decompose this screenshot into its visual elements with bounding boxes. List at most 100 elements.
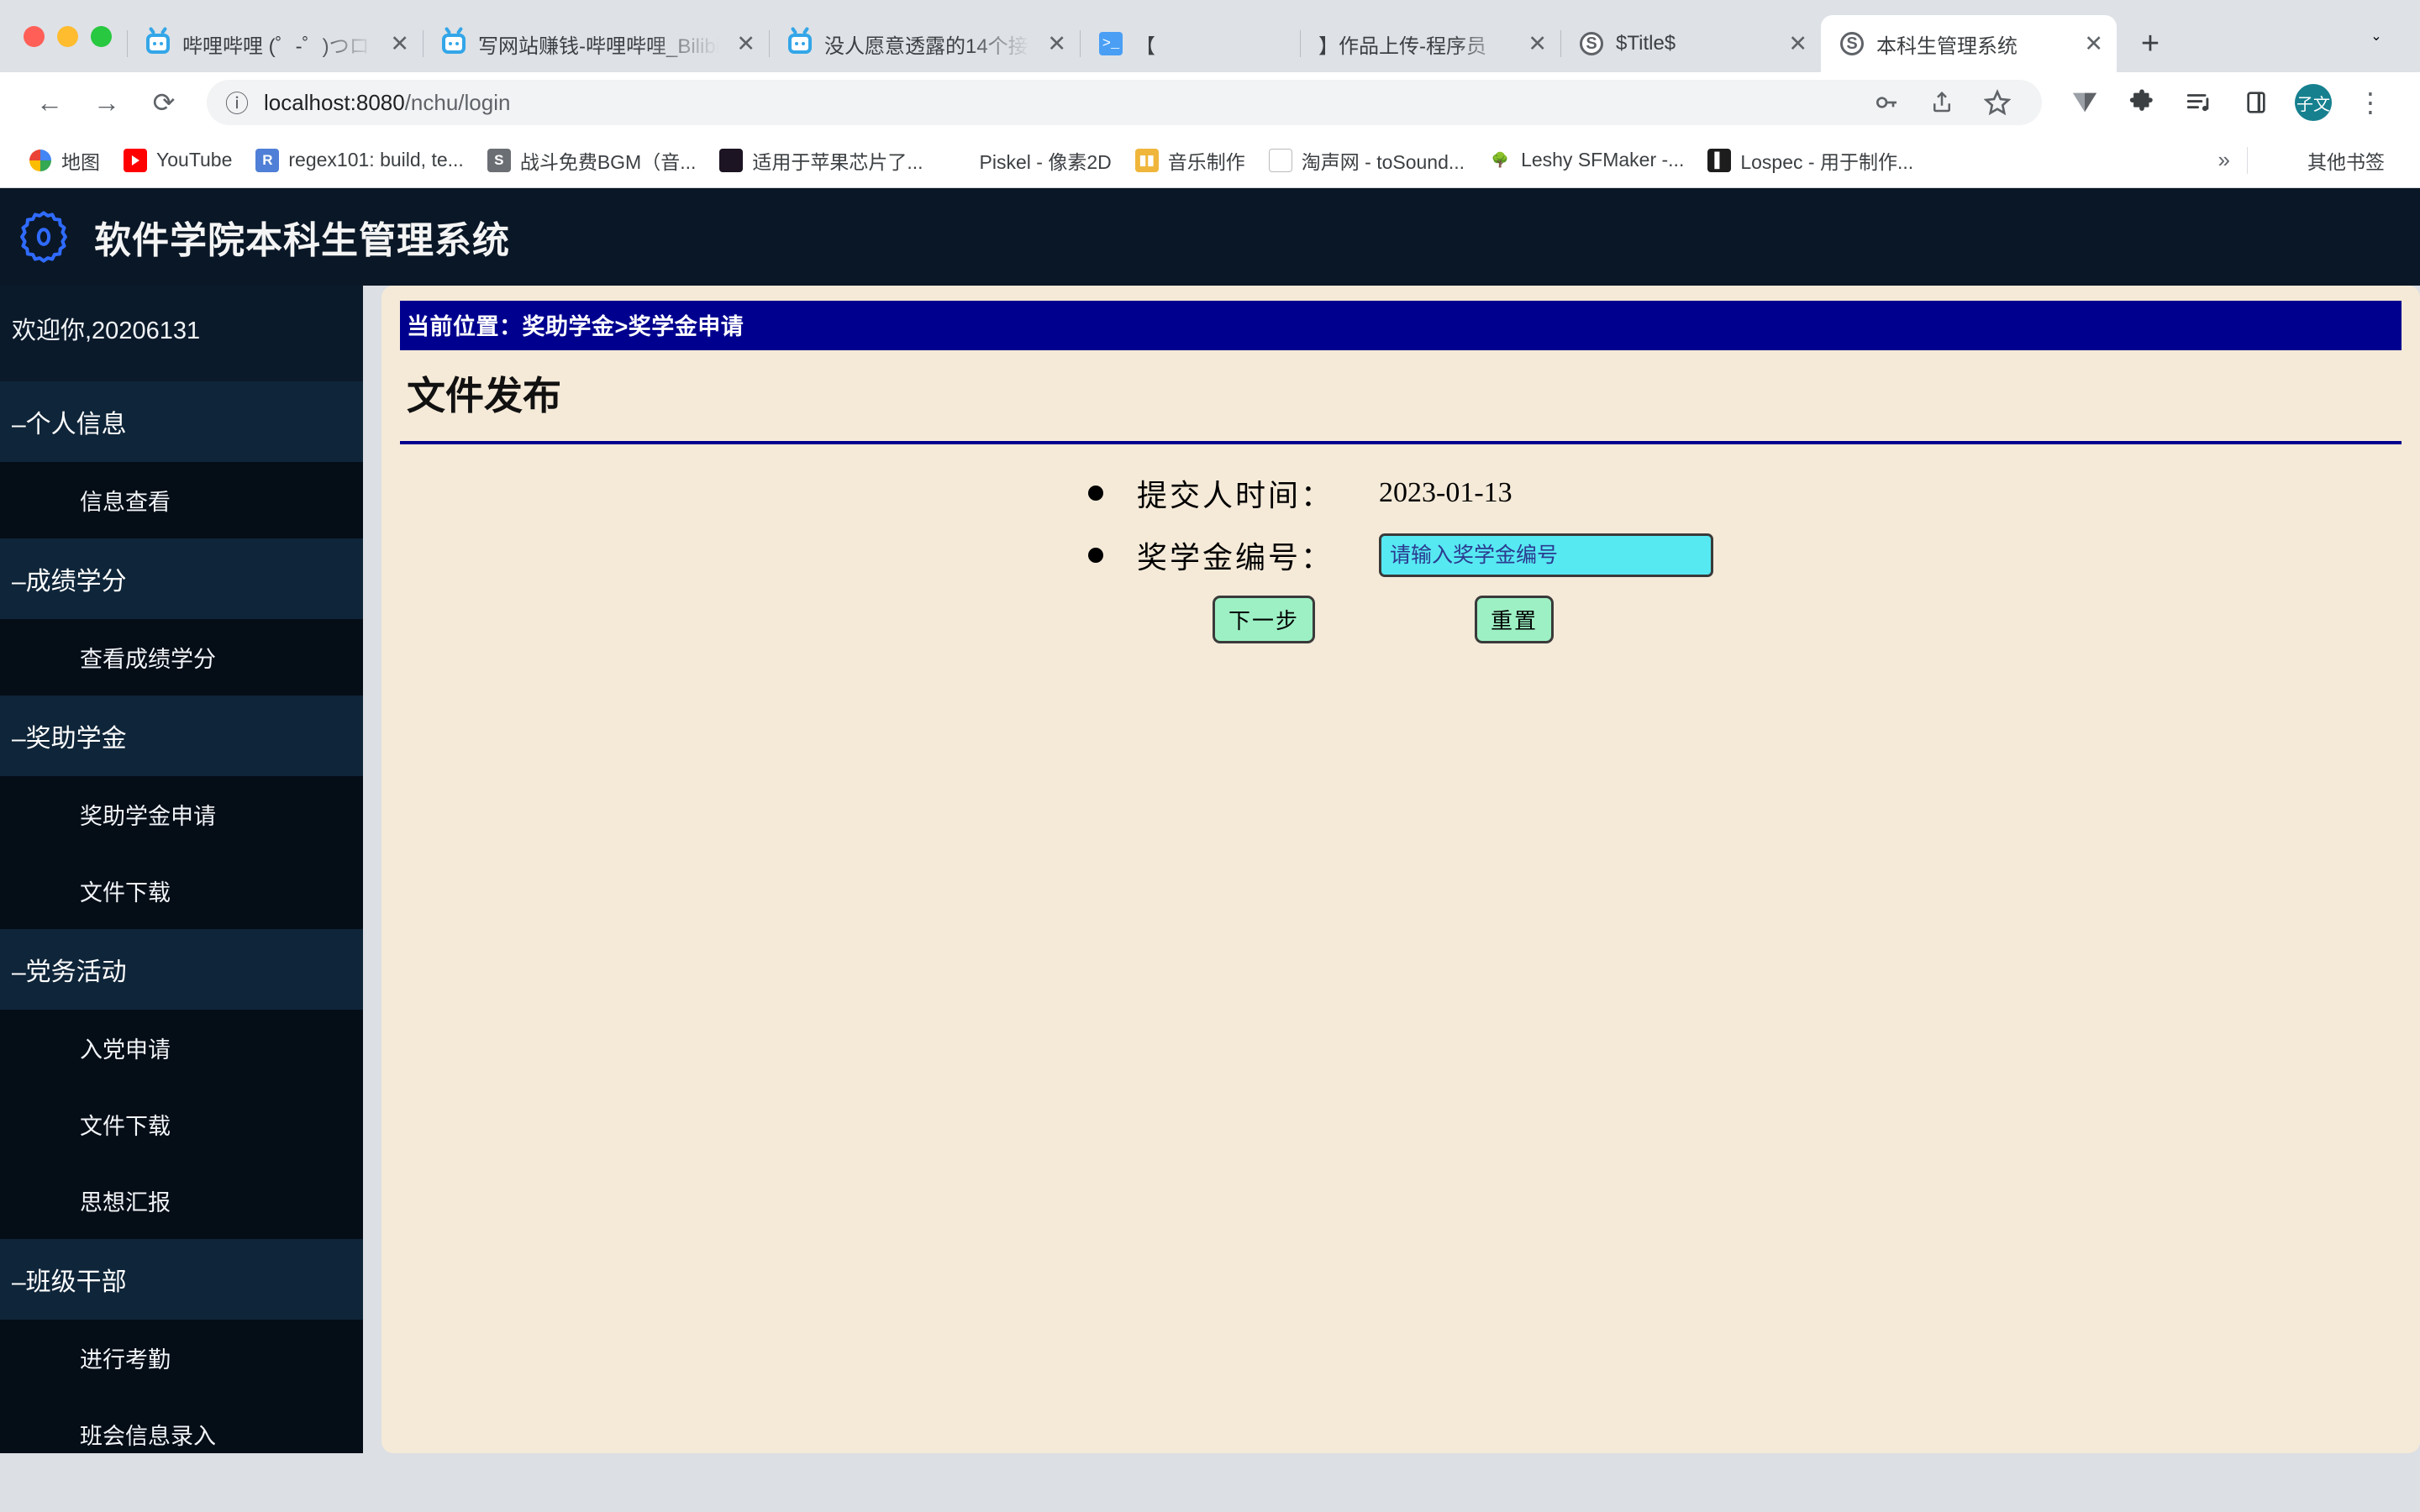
new-tab-button[interactable]: +: [2117, 15, 2184, 72]
sidebar-item-party-application[interactable]: 入党申请: [0, 1010, 363, 1086]
other-bookmarks-button[interactable]: 🗀 其他书签: [2265, 141, 2395, 180]
sidebar-item-thought-report[interactable]: 思想汇报: [0, 1163, 363, 1239]
bookmark-item[interactable]: ⋔ 淘声网 - toSound...: [1259, 141, 1475, 180]
lospec-icon: ▌: [1707, 148, 1732, 172]
browser-tab[interactable]: 哔哩哔哩 (゜-゜)つロ 干杯~-bilibili ✕: [127, 15, 423, 72]
bookmark-label: 淘声网 - toSound...: [1301, 150, 1465, 173]
field-label: 奖学金编号：: [1137, 541, 1334, 575]
sidebar-category-class-cadre[interactable]: –班级干部: [0, 1239, 363, 1320]
page-title: 软件学院本科生管理系统: [94, 220, 510, 261]
tab-list: 哔哩哔哩 (゜-゜)つロ 干杯~-bilibili ✕ 写网站赚钱-哔哩哔哩_B…: [127, 0, 2351, 72]
tab-title: 没人愿意透露的14个接单赚钱: [824, 34, 1030, 58]
browser-tab[interactable]: $Title$ ✕: [1560, 15, 1821, 72]
avatar[interactable]: 子文: [2287, 76, 2339, 129]
bilibili-icon: [441, 31, 466, 56]
maximize-window-button[interactable]: [91, 25, 112, 47]
web-page: 软件学院本科生管理系统 欢迎你,20206131 –个人信息 信息查看 –成绩学…: [0, 188, 2420, 1512]
chevron-down-icon[interactable]: ⌄: [2351, 8, 2402, 65]
sidebar-category-scholarship[interactable]: –奖助学金: [0, 696, 363, 776]
other-bookmarks-label: 其他书签: [2307, 150, 2385, 173]
form-field-list: 提交人时间： 2023-01-13 奖学金编号： 下一步 重置: [1088, 471, 1713, 643]
bookmark-label: Lospec - 用于制作...: [1740, 150, 1914, 173]
next-step-button[interactable]: 下一步: [1213, 596, 1316, 643]
tab-title: $Title$: [1616, 32, 1676, 55]
bookmark-item[interactable]: ▌ Lospec - 用于制作...: [1697, 141, 1923, 180]
bookmark-star-icon[interactable]: [1971, 76, 2023, 129]
tab-title: 【: [1135, 34, 1155, 58]
field-label: 提交人时间：: [1137, 479, 1334, 512]
share-icon[interactable]: [1916, 76, 1968, 129]
site-info-icon[interactable]: ⓘ: [225, 86, 249, 119]
back-icon[interactable]: ←: [24, 76, 76, 129]
sidebar-item-class-meeting-entry[interactable]: 班会信息录入: [0, 1396, 363, 1453]
bookmark-item[interactable]: 🌳 Leshy SFMaker -...: [1478, 144, 1694, 177]
maps-icon: [29, 149, 52, 172]
bookmark-label: 战斗免费BGM（音...: [519, 150, 697, 173]
sidebar-item-view-info[interactable]: 信息查看: [0, 462, 363, 538]
browser-tab[interactable]: 没人愿意透露的14个接单赚钱 ✕: [769, 15, 1080, 72]
bookmark-item[interactable]: Rregex101: build, te...: [245, 144, 473, 177]
youtube-icon: [124, 148, 147, 172]
tab-close-icon[interactable]: ✕: [385, 32, 409, 55]
bookmark-item[interactable]: YouTube: [113, 144, 242, 177]
tab-close-icon[interactable]: ✕: [1042, 32, 1066, 55]
sidebar-item-scholarship-download[interactable]: 文件下载: [0, 853, 363, 929]
omnibox-actions: [1860, 76, 2023, 129]
tab-title: 写网站赚钱-哔哩哔哩_Bilibili: [478, 34, 720, 58]
url-path: /nchu/login: [404, 89, 511, 115]
bookmark-label: 适用于苹果芯片了...: [752, 150, 923, 173]
sidebar-category-grades-credits[interactable]: –成绩学分: [0, 538, 363, 619]
tab-close-icon[interactable]: ✕: [1783, 32, 1807, 55]
browser-menu-icon[interactable]: ⋮: [2344, 76, 2396, 129]
tab-close-icon[interactable]: ✕: [731, 32, 755, 55]
sidebar-category-party-activities[interactable]: –党务活动: [0, 929, 363, 1010]
submit-date-value: 2023-01-13: [1379, 477, 1512, 508]
browser-tab[interactable]: 写网站赚钱-哔哩哔哩_Bilibili ✕: [423, 15, 769, 72]
bookmark-item[interactable]: 地图: [18, 141, 110, 180]
password-key-icon[interactable]: [1860, 76, 1912, 129]
bookmark-item[interactable]: ▮▮ 音乐制作: [1125, 141, 1255, 180]
forward-icon[interactable]: →: [81, 76, 133, 129]
playlist-icon[interactable]: [2173, 76, 2225, 129]
sidebar-item-party-download[interactable]: 文件下载: [0, 1086, 363, 1163]
sidebar-item-scholarship-apply[interactable]: 奖助学金申请: [0, 776, 363, 853]
browser-tab[interactable]: 】作品上传-程序员 ✕: [1300, 15, 1560, 72]
browser-tab[interactable]: >_ 【: [1080, 15, 1300, 72]
sidebar-item-view-grades[interactable]: 查看成绩学分: [0, 619, 363, 696]
scholarship-id-input[interactable]: [1379, 533, 1713, 577]
form-row-scholarship-id: 奖学金编号：: [1088, 533, 1713, 577]
form-row-submit-date: 提交人时间： 2023-01-13: [1088, 471, 1713, 515]
regex101-icon: R: [255, 148, 280, 172]
bookmarks-overflow-icon[interactable]: »: [2218, 147, 2230, 173]
close-window-button[interactable]: [24, 25, 45, 47]
tab-title: 本科生管理系统: [1876, 34, 2018, 58]
reset-button[interactable]: 重置: [1475, 596, 1555, 643]
tree-icon: 🌳: [1491, 151, 1509, 168]
tab-title: 哔哩哔哩 (゜-゜)つロ 干杯~-bilibili: [182, 34, 373, 58]
minimize-window-button[interactable]: [57, 25, 78, 47]
side-panel-icon[interactable]: [2230, 76, 2282, 129]
globe-icon: S: [487, 148, 511, 172]
bullet-icon: [1088, 486, 1103, 501]
tab-close-icon[interactable]: ✕: [2079, 32, 2103, 55]
folder-icon: 🗀: [2279, 150, 2294, 166]
address-bar[interactable]: ⓘ localhost:8080/nchu/login: [207, 80, 2042, 125]
extensions-puzzle-icon[interactable]: [2116, 76, 2168, 129]
sidebar-category-personal-info[interactable]: –个人信息: [0, 381, 363, 462]
sidebar: 欢迎你,20206131 –个人信息 信息查看 –成绩学分 查看成绩学分 –奖助…: [0, 286, 363, 1453]
bookmark-item[interactable]: 适用于苹果芯片了...: [709, 141, 933, 180]
divider: [2247, 146, 2248, 174]
bookmark-item[interactable]: S 战斗免费BGM（音...: [477, 141, 707, 180]
vimium-icon[interactable]: [2059, 76, 2111, 129]
dark-app-icon: [719, 148, 744, 172]
sidebar-item-attendance[interactable]: 进行考勤: [0, 1320, 363, 1396]
bookmark-item[interactable]: Piskel - 像素2D: [937, 141, 1122, 180]
form-button-row: 下一步 重置: [1137, 596, 1713, 643]
bullet-icon: [1088, 548, 1103, 563]
reload-icon[interactable]: ⟳: [138, 76, 190, 129]
browser-tab-active[interactable]: 本科生管理系统 ✕: [1821, 15, 2117, 72]
content-wrapper: 当前位置：奖助学金>奖学金申请 文件发布 提交人时间： 2023-01-13 奖…: [363, 286, 2420, 1453]
globe-icon: [1579, 31, 1604, 56]
tab-close-icon[interactable]: ✕: [1523, 32, 1547, 55]
tab-strip-right-controls: ⌄: [2351, 0, 2420, 72]
